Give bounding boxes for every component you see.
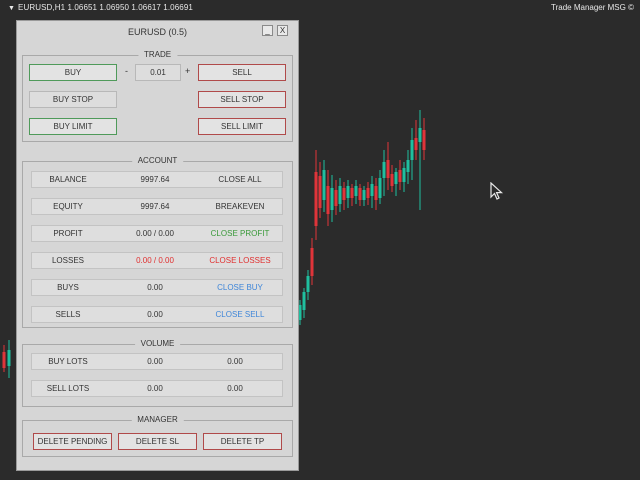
candle-body bbox=[346, 186, 350, 198]
candle-body bbox=[406, 160, 410, 172]
breakeven-button[interactable]: BREAKEVEN bbox=[202, 199, 278, 214]
sell-button[interactable]: SELL bbox=[198, 64, 286, 81]
increase-lot-button[interactable]: + bbox=[185, 66, 190, 76]
close-all-button[interactable]: CLOSE ALL bbox=[202, 172, 278, 187]
candle-body bbox=[342, 188, 346, 200]
decrease-lot-button[interactable]: - bbox=[125, 66, 128, 76]
candle-body bbox=[7, 350, 11, 366]
account-row-losses: LOSSES 0.00 / 0.00 CLOSE LOSSES bbox=[31, 252, 283, 269]
candle-body bbox=[414, 138, 418, 150]
candle-body bbox=[334, 190, 338, 206]
manager-group-label: MANAGER bbox=[131, 415, 184, 424]
buy-stop-button[interactable]: BUY STOP bbox=[29, 91, 117, 108]
account-row-label: EQUITY bbox=[53, 202, 83, 211]
candle-body bbox=[382, 162, 386, 178]
account-row-value: 0.00 bbox=[147, 310, 163, 319]
candle-body bbox=[310, 248, 314, 276]
candle-body bbox=[422, 130, 426, 150]
buy-button[interactable]: BUY bbox=[29, 64, 117, 81]
buy-limit-button[interactable]: BUY LIMIT bbox=[29, 118, 117, 135]
candle-body bbox=[314, 172, 318, 226]
volume-row-value-2: 0.00 bbox=[227, 357, 243, 366]
account-row-value: 0.00 / 0.00 bbox=[136, 229, 174, 238]
delete-tp-button[interactable]: DELETE TP bbox=[203, 433, 282, 450]
close-button[interactable]: X bbox=[277, 25, 288, 36]
sell-limit-button[interactable]: SELL LIMIT bbox=[198, 118, 286, 135]
account-row-label: SELLS bbox=[55, 310, 81, 319]
volume-row-label: SELL LOTS bbox=[46, 384, 90, 393]
delete-sl-button[interactable]: DELETE SL bbox=[118, 433, 197, 450]
account-row-profit: PROFIT 0.00 / 0.00 CLOSE PROFIT bbox=[31, 225, 283, 242]
candle-body bbox=[354, 186, 358, 196]
candle-body bbox=[402, 168, 406, 182]
account-row-equity: EQUITY 9997.64 BREAKEVEN bbox=[31, 198, 283, 215]
minimize-button[interactable]: _ bbox=[262, 25, 273, 36]
candle-body bbox=[362, 190, 366, 200]
volume-row-value-2: 0.00 bbox=[227, 384, 243, 393]
volume-row-value: 0.00 bbox=[147, 384, 163, 393]
account-row-sells: SELLS 0.00 CLOSE SELL bbox=[31, 306, 283, 323]
candle-body bbox=[398, 170, 402, 182]
candle-body bbox=[410, 140, 414, 160]
candle-body bbox=[338, 186, 342, 204]
account-row-label: PROFIT bbox=[53, 229, 83, 238]
account-group-label: ACCOUNT bbox=[131, 156, 184, 165]
close-losses-button[interactable]: CLOSE LOSSES bbox=[202, 253, 278, 268]
panel-title: EURUSD (0.5) bbox=[127, 27, 187, 37]
trade-manager-panel: EURUSD (0.5) _ X TRADE BUY - 0.01 + SELL… bbox=[16, 20, 299, 471]
account-row-label: BALANCE bbox=[49, 175, 87, 184]
sell-stop-button[interactable]: SELL STOP bbox=[198, 91, 286, 108]
close-sell-button[interactable]: CLOSE SELL bbox=[202, 307, 278, 322]
volume-group-label: VOLUME bbox=[134, 339, 181, 348]
candle-body bbox=[358, 188, 362, 200]
candle-body bbox=[322, 170, 326, 200]
candle-body bbox=[306, 276, 310, 292]
account-row-value: 9997.64 bbox=[140, 202, 170, 211]
candle-body bbox=[374, 186, 378, 200]
candle-body bbox=[370, 184, 374, 196]
delete-pending-button[interactable]: DELETE PENDING bbox=[33, 433, 112, 450]
account-row-balance: BALANCE 9997.64 CLOSE ALL bbox=[31, 171, 283, 188]
candle-body bbox=[390, 174, 394, 186]
volume-row-value: 0.00 bbox=[147, 357, 163, 366]
account-row-buys: BUYS 0.00 CLOSE BUY bbox=[31, 279, 283, 296]
candle-body bbox=[318, 176, 322, 208]
volume-row-buy-lots: BUY LOTS 0.00 0.00 bbox=[31, 353, 283, 370]
candle-body bbox=[326, 186, 330, 214]
close-buy-button[interactable]: CLOSE BUY bbox=[202, 280, 278, 295]
volume-row-label: BUY LOTS bbox=[48, 357, 88, 366]
candle-body bbox=[350, 188, 354, 198]
candle-body bbox=[418, 128, 422, 142]
candle-body bbox=[2, 352, 6, 368]
candle-body bbox=[330, 188, 334, 210]
trade-group-label: TRADE bbox=[137, 50, 178, 59]
account-row-value: 9997.64 bbox=[140, 175, 170, 184]
lot-size-input[interactable]: 0.01 bbox=[135, 64, 181, 81]
account-row-label: LOSSES bbox=[51, 256, 84, 265]
account-row-value: 0.00 / 0.00 bbox=[136, 256, 174, 265]
candle-body bbox=[366, 188, 370, 198]
close-profit-button[interactable]: CLOSE PROFIT bbox=[202, 226, 278, 241]
candle-body bbox=[302, 292, 306, 310]
mouse-cursor-icon bbox=[490, 182, 504, 200]
volume-row-sell-lots: SELL LOTS 0.00 0.00 bbox=[31, 380, 283, 397]
candle-body bbox=[378, 178, 382, 198]
candle-body bbox=[386, 160, 390, 178]
account-row-label: BUYS bbox=[57, 283, 79, 292]
candle-body bbox=[394, 172, 398, 184]
account-row-value: 0.00 bbox=[147, 283, 163, 292]
